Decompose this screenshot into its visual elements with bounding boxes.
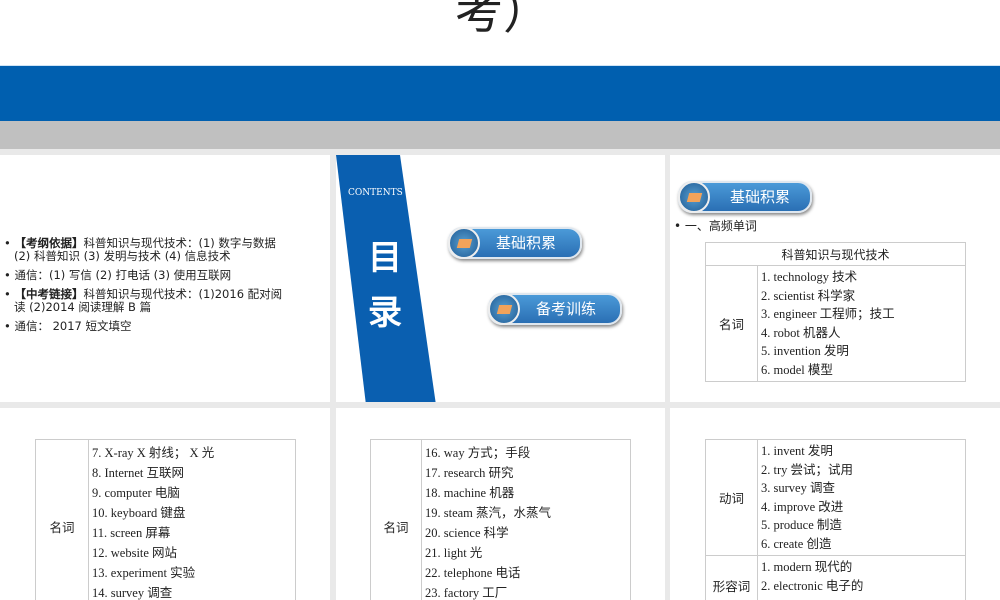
blue-banner — [0, 65, 1000, 121]
vocab-item: 1. modern 现代的 — [761, 560, 853, 574]
slide-title: 考） — [455, 0, 552, 40]
grey-banner — [0, 121, 1000, 149]
bullet-item: • 【中考链接】科普知识与现代技术：(1)2016 配对阅读 (2)2014 阅… — [4, 287, 283, 314]
slide-thumbnail-2[interactable]: CONTENTS 目 录 基础积累 备考训练 — [336, 155, 665, 402]
bullet-item: • 【考纲依据】科普知识与现代技术：(1) 数字与数据 (2) 科普知识 (3)… — [4, 236, 276, 263]
lu-char: 录 — [368, 293, 402, 333]
vocab-item: 16. way 方式；手段 — [425, 446, 531, 460]
vocab-table: 科普知识与现代技术 名词 1. technology 技术 2. scientist… — [705, 242, 966, 382]
bullet-heading: 【考纲依据】 — [14, 236, 84, 250]
contents-label: CONTENTS — [348, 188, 403, 198]
vocab-item: 4. robot 机器人 — [761, 325, 841, 340]
bullet-item: • 通信： 2017 短文填空 — [4, 319, 132, 333]
vocab-item: 5. produce 制造 — [761, 518, 842, 532]
vocab-item: 3. engineer 工程师；技工 — [761, 307, 895, 321]
vocab-item: 10. keyboard 键盘 — [92, 506, 186, 520]
vocab-item: 6. create 创造 — [761, 536, 832, 551]
vocab-table: 动词 1. invent 发明 2. try 尝试；试用 3. survey 调查 4.… — [705, 439, 966, 600]
vocab-table: 名词 16. way 方式；手段 17. research 研究 18. machin… — [370, 439, 631, 600]
books-icon — [488, 293, 520, 325]
slide-title-area: 考） — [0, 0, 1000, 65]
mu-char: 目 — [368, 238, 402, 278]
pos-label-adj: 形容词 — [705, 555, 758, 600]
vocab-item: 2. electronic 电子的 — [761, 578, 864, 593]
slide-thumbnail-1[interactable]: • 【考纲依据】科普知识与现代技术：(1) 数字与数据 (2) 科普知识 (3)… — [0, 155, 330, 402]
slide-thumbnail-3[interactable]: 基础积累 • 一、高频单词 科普知识与现代技术 名词 1. technology … — [670, 155, 1000, 402]
vocab-item: 18. machine 机器 — [425, 486, 515, 500]
slide-thumbnail-4[interactable]: 名词 7. X-ray X 射线； X 光 8. Internet 互联网 9. co… — [0, 408, 330, 600]
pos-label: 名词 — [370, 439, 422, 600]
vocab-item: 22. telephone 电话 — [425, 566, 521, 580]
vocab-item: 23. factory 工厂 — [425, 586, 508, 600]
vocab-item: 2. scientist 科学家 — [761, 288, 856, 303]
vocab-item: 17. research 研究 — [425, 466, 514, 480]
vocab-item: 8. Internet 互联网 — [92, 466, 184, 480]
section-badge: 基础积累 — [678, 181, 812, 213]
vocab-item: 21. light 光 — [425, 546, 483, 560]
vocab-item: 1. technology 技术 — [761, 270, 858, 284]
slide-thumbnail-5[interactable]: 名词 16. way 方式；手段 17. research 研究 18. machin… — [336, 408, 665, 600]
vocab-table: 名词 7. X-ray X 射线； X 光 8. Internet 互联网 9. co… — [35, 439, 296, 600]
vocab-item: 3. survey 调查 — [761, 481, 835, 495]
exam-training-button[interactable]: 备考训练 — [488, 293, 622, 325]
subtitle: • 一、高频单词 — [674, 219, 757, 233]
bullet-heading: 【中考链接】 — [14, 287, 84, 301]
bullet-text: 通信：(1) 写信 (2) 打电话 (3) 使用互联网 — [14, 268, 232, 282]
vocab-item: 6. model 模型 — [761, 362, 833, 377]
vocab-item: 7. X-ray X 射线； X 光 — [92, 446, 215, 460]
pos-label-verb: 动词 — [705, 439, 758, 556]
vocab-item: 12. website 网站 — [92, 546, 178, 560]
books-icon — [448, 227, 480, 259]
slide-thumbnail-6[interactable]: 动词 1. invent 发明 2. try 尝试；试用 3. survey 调查 4.… — [670, 408, 1000, 600]
vocab-item: 20. science 科学 — [425, 526, 509, 540]
vocab-item: 19. steam 蒸汽，水蒸气 — [425, 506, 552, 520]
bullet-item: • 通信：(1) 写信 (2) 打电话 (3) 使用互联网 — [4, 268, 232, 282]
table-header: 科普知识与现代技术 — [705, 242, 966, 266]
vocab-item: 4. improve 改进 — [761, 499, 844, 514]
vocab-item: 2. try 尝试；试用 — [761, 462, 854, 477]
vocab-item: 1. invent 发明 — [761, 444, 833, 458]
vocab-item: 5. invention 发明 — [761, 344, 849, 358]
vocab-item: 9. computer 电脑 — [92, 486, 180, 500]
vocab-item: 14. survey 调查 — [92, 586, 173, 600]
basic-accumulation-button[interactable]: 基础积累 — [448, 227, 582, 259]
books-icon — [678, 181, 710, 213]
vocab-item: 13. experiment 实验 — [92, 566, 196, 580]
bullet-text: 通信： 2017 短文填空 — [14, 319, 132, 333]
pos-label: 名词 — [705, 265, 758, 382]
vocab-item: 11. screen 屏幕 — [92, 526, 171, 540]
pos-label: 名词 — [35, 439, 89, 600]
